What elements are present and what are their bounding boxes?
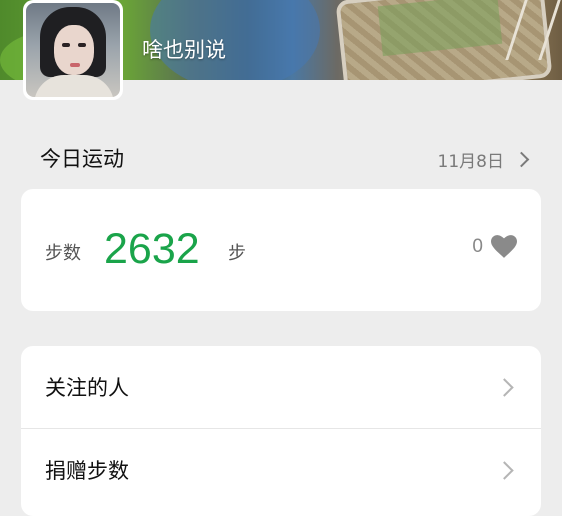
avatar-image	[26, 3, 120, 97]
menu-card: 关注的人 捐赠步数	[21, 346, 541, 516]
like-button[interactable]: 0	[472, 235, 517, 258]
steps-value: 2632	[104, 225, 200, 273]
chevron-right-icon	[495, 461, 514, 480]
username: 啥也别说	[142, 38, 226, 62]
section-title-today: 今日运动	[40, 147, 124, 171]
menu-item-following[interactable]: 关注的人	[21, 346, 541, 428]
steps-label: 步数	[45, 243, 81, 264]
chevron-right-icon	[513, 151, 530, 167]
steps-card[interactable]: 步数 2632 步 0	[21, 189, 541, 311]
avatar[interactable]	[23, 0, 123, 100]
heart-icon	[491, 235, 517, 258]
likes-count: 0	[472, 235, 483, 257]
date-selector[interactable]: 11月8日	[437, 148, 530, 172]
menu-item-label: 捐赠步数	[45, 459, 129, 483]
chevron-right-icon	[495, 378, 514, 397]
date-label: 11月8日	[437, 151, 504, 172]
menu-item-donate-steps[interactable]: 捐赠步数	[21, 428, 541, 511]
steps-unit: 步	[228, 243, 246, 264]
menu-item-label: 关注的人	[45, 376, 129, 400]
